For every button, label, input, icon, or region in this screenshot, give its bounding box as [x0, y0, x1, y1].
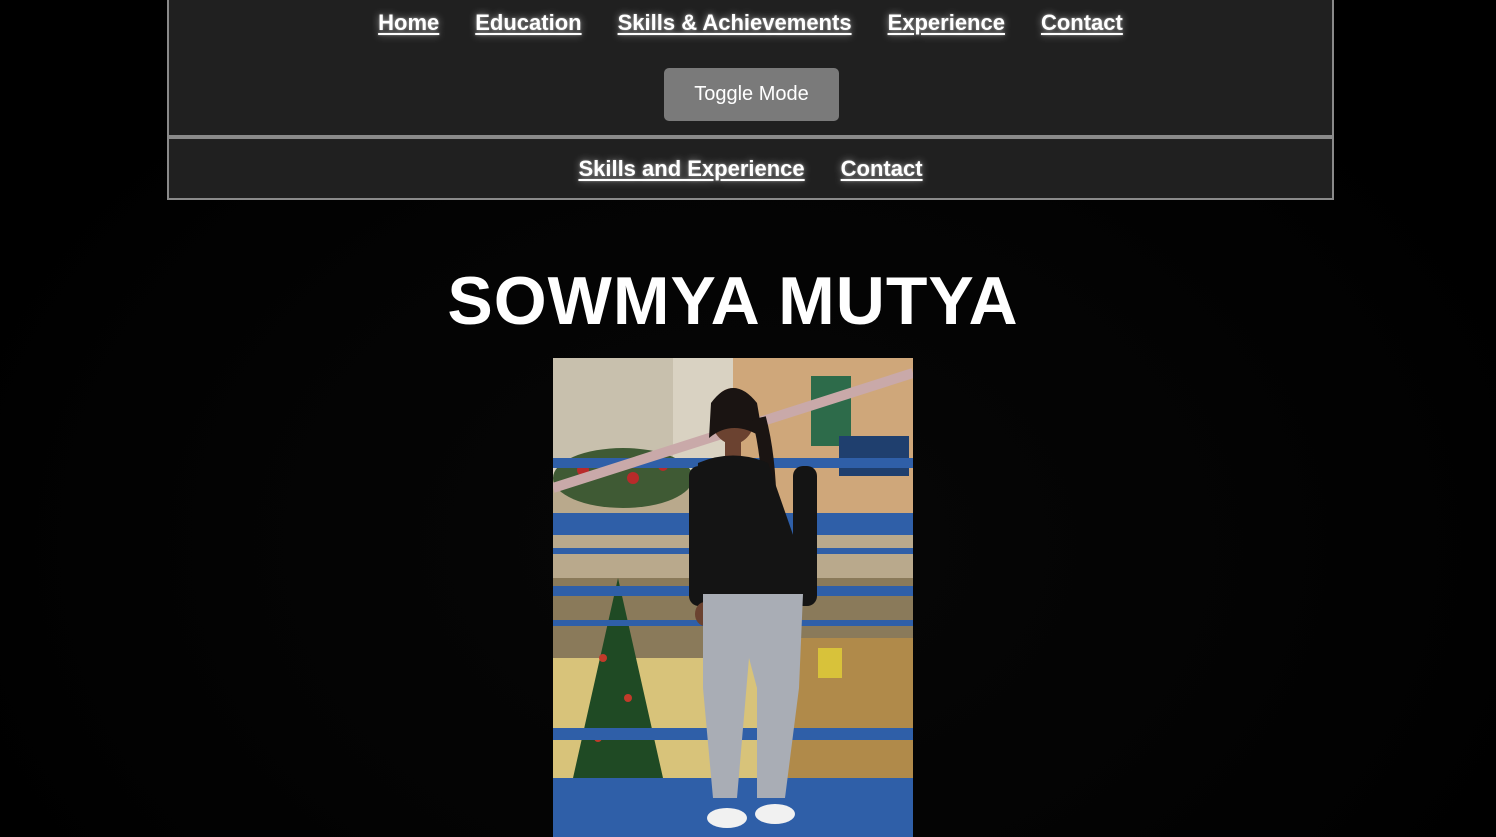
nav-link-contact[interactable]: Contact: [1041, 9, 1123, 37]
primary-navbar: Home Education Skills & Achievements Exp…: [167, 0, 1334, 137]
nav-link-education[interactable]: Education: [475, 9, 581, 37]
profile-photo-illustration: [553, 358, 913, 837]
nav-link-skills-achievements[interactable]: Skills & Achievements: [618, 9, 852, 37]
nav-link-skills-experience[interactable]: Skills and Experience: [578, 155, 804, 183]
nav-link-home[interactable]: Home: [378, 9, 439, 37]
nav-link-contact-secondary[interactable]: Contact: [841, 155, 923, 183]
page: Home Education Skills & Achievements Exp…: [0, 0, 1496, 837]
profile-photo: [553, 358, 913, 837]
toggle-mode-button[interactable]: Toggle Mode: [664, 68, 839, 121]
page-title: SOWMYA MUTYA: [447, 263, 1019, 339]
secondary-nav-links: Skills and Experience Contact: [169, 155, 1332, 183]
secondary-navbar: Skills and Experience Contact: [167, 137, 1334, 200]
nav-link-experience[interactable]: Experience: [888, 9, 1005, 37]
primary-nav-links: Home Education Skills & Achievements Exp…: [169, 9, 1332, 37]
